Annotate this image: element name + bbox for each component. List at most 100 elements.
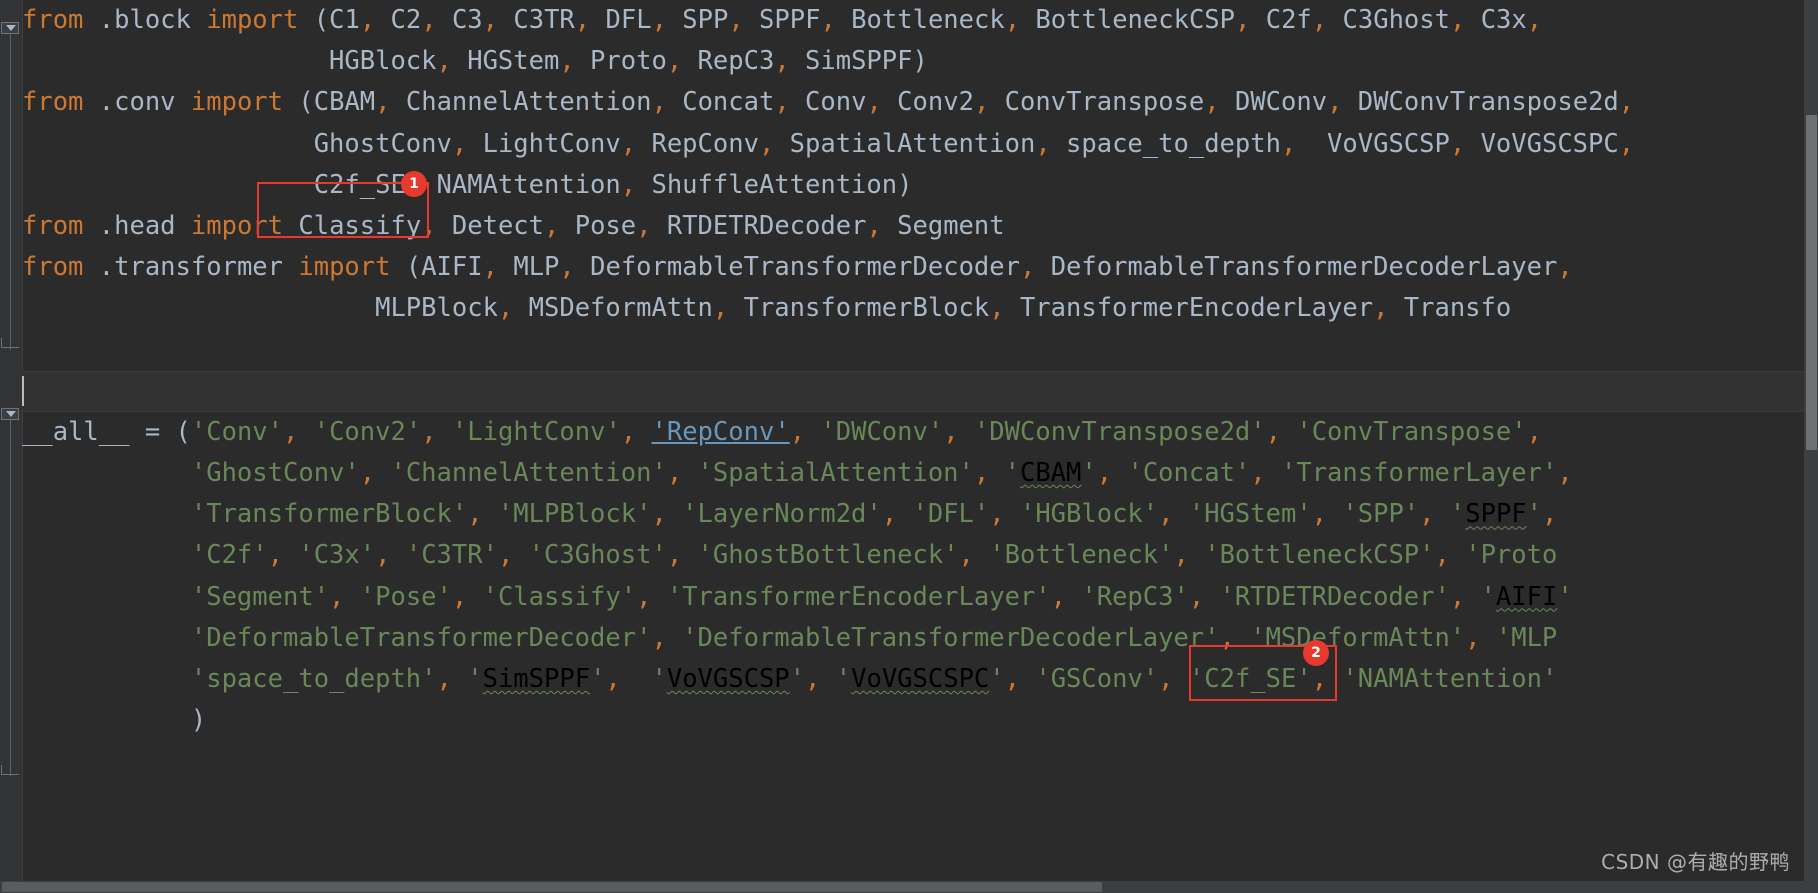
code-token: Concat: [666, 87, 775, 118]
code-token: ,: [1004, 664, 1020, 694]
code-content[interactable]: from .block import (C1, C2, C3, C3TR, DF…: [22, 0, 1818, 893]
code-token: ': [451, 664, 483, 694]
code-token: ,: [605, 664, 621, 694]
code-token: C2: [375, 5, 422, 35]
code-line[interactable]: HGBlock, HGStem, Proto, RepC3, SimSPPF): [22, 41, 1818, 82]
vertical-scrollbar-thumb[interactable]: [1806, 115, 1817, 450]
code-token: ,: [805, 664, 821, 694]
horizontal-scrollbar-track[interactable]: [0, 881, 1818, 893]
code-token: ,: [359, 5, 376, 35]
code-token: VoVGSCSPC: [1465, 128, 1619, 159]
code-token: 'SPP': [1327, 499, 1420, 530]
code-line[interactable]: 'Segment', 'Pose', 'Classify', 'Transfor…: [22, 577, 1818, 618]
code-token: ,: [774, 87, 790, 118]
code-token: ShuffleAttention): [636, 169, 913, 200]
code-token: ,: [1035, 128, 1051, 159]
editor-gutter[interactable]: [0, 0, 23, 893]
code-token: Transfo: [1388, 293, 1512, 324]
fold-arrow-icon-bottom[interactable]: [1, 408, 19, 420]
code-token: from: [22, 5, 84, 35]
code-line[interactable]: __all__ = ('Conv', 'Conv2', 'LightConv',…: [22, 412, 1818, 453]
code-token: VoVGSCSP: [666, 664, 790, 694]
code-token: SpatialAttention: [774, 128, 1036, 159]
code-token: ': [1557, 581, 1573, 612]
code-token: VoVGSCSP: [1296, 128, 1450, 159]
code-token: ': [590, 664, 606, 694]
code-token: DFL: [590, 5, 652, 35]
code-line[interactable]: from .transformer import (AIFI, MLP, Def…: [22, 247, 1818, 288]
code-token: ,: [421, 5, 437, 35]
code-token: ,: [1158, 499, 1174, 530]
code-line[interactable]: MLPBlock, MSDeformAttn, TransformerBlock…: [22, 288, 1818, 329]
code-line[interactable]: 'GhostConv', 'ChannelAttention', 'Spatia…: [22, 453, 1818, 494]
code-token: from: [22, 210, 84, 241]
code-token: ': [1081, 458, 1097, 489]
code-line[interactable]: C2f_SE, NAMAttention, ShuffleAttention): [22, 165, 1818, 206]
code-token: ,: [421, 416, 437, 447]
code-token: ,: [1188, 581, 1205, 612]
code-token: CBAM: [313, 87, 376, 118]
code-token: C3x: [1465, 5, 1527, 35]
code-token: 'LightConv': [436, 416, 621, 447]
code-token: ': [1434, 499, 1466, 530]
code-token: SPPF: [743, 5, 821, 35]
code-line[interactable]: 'DeformableTransformerDecoder', 'Deforma…: [22, 618, 1818, 659]
code-token: 'space_to_depth': [22, 664, 437, 694]
code-token: ,: [1557, 252, 1573, 283]
code-line[interactable]: [22, 330, 1818, 371]
code-token: C2f_SE: [22, 169, 406, 200]
annotation-badge-2: 2: [1303, 640, 1329, 666]
code-token: ': [989, 664, 1005, 694]
code-line[interactable]: 'TransformerBlock', 'MLPBlock', 'LayerNo…: [22, 494, 1818, 535]
vertical-scrollbar-track[interactable]: [1804, 0, 1818, 893]
code-token: 'HGStem': [1173, 499, 1312, 530]
code-token: ,: [1449, 5, 1466, 35]
code-token: ,: [1311, 499, 1328, 530]
code-token: 'DWConv': [805, 416, 944, 447]
code-token: ,: [467, 499, 483, 530]
code-line[interactable]: 'C2f', 'C3x', 'C3TR', 'C3Ghost', 'GhostB…: [22, 535, 1818, 576]
code-token: ,: [651, 622, 667, 653]
code-token: ,: [820, 5, 836, 35]
code-token: ,: [620, 416, 637, 447]
fold-region-end-icon-top[interactable]: [1, 338, 19, 348]
fold-arrow-icon-top[interactable]: [1, 22, 19, 34]
code-token: = (: [129, 416, 191, 447]
code-token: ): [22, 705, 207, 736]
code-line[interactable]: ): [22, 700, 1818, 741]
code-token: C3: [436, 5, 483, 35]
code-token: 'DFL': [897, 499, 990, 530]
code-token: LightConv: [467, 128, 621, 159]
code-line[interactable]: from .block import (C1, C2, C3, C3TR, DF…: [22, 0, 1818, 41]
code-token: C3TR: [498, 5, 575, 35]
text-caret: [22, 375, 24, 406]
code-token: ,: [666, 458, 683, 489]
code-line[interactable]: GhostConv, LightConv, RepConv, SpatialAt…: [22, 124, 1818, 165]
code-token: ,: [436, 46, 452, 77]
code-editor[interactable]: from .block import (C1, C2, C3, C3TR, DF…: [0, 0, 1818, 893]
code-line[interactable]: [22, 370, 1818, 412]
code-token: space_to_depth: [1050, 128, 1281, 159]
code-token: (: [298, 5, 330, 35]
code-token: ,: [375, 540, 391, 571]
code-token: ChannelAttention: [390, 87, 652, 118]
fold-region-end-icon-bottom[interactable]: [1, 765, 19, 775]
code-token: BottleneckCSP: [1020, 5, 1236, 35]
code-token: C1: [329, 5, 360, 35]
code-line[interactable]: from .head import Classify, Detect, Pose…: [22, 206, 1818, 247]
code-token: ,: [1096, 458, 1113, 489]
code-token: RepConv: [636, 128, 759, 159]
code-token: DWConv: [1219, 87, 1328, 118]
horizontal-scrollbar-thumb[interactable]: [2, 882, 1102, 892]
code-token: Pose: [559, 210, 637, 241]
code-token: .conv: [83, 87, 191, 118]
code-token: ,: [1219, 622, 1235, 653]
code-token: SimSPPF: [482, 664, 591, 694]
code-line[interactable]: from .conv import (CBAM, ChannelAttentio…: [22, 82, 1818, 123]
code-line[interactable]: 'space_to_depth', 'SimSPPF', 'VoVGSCSP',…: [22, 659, 1818, 700]
code-token: import: [206, 5, 299, 35]
code-token: ,: [1526, 5, 1543, 35]
code-token: TransformerEncoderLayer: [1004, 293, 1374, 324]
code-token: ,: [559, 252, 575, 283]
code-token: VoVGSCSPC: [851, 664, 990, 694]
